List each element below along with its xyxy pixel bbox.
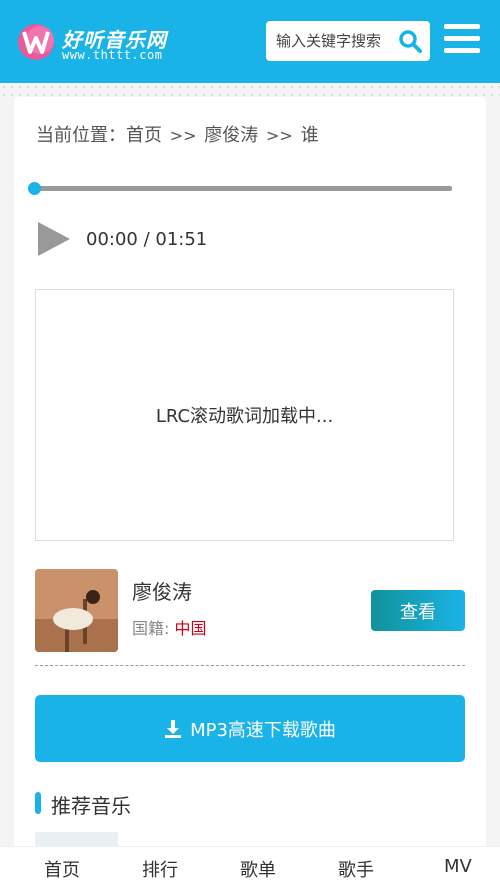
view-artist-button[interactable]: 查看 bbox=[371, 590, 465, 631]
nationality-label: 国籍: bbox=[132, 619, 170, 638]
time-display: 00:00 / 01:51 bbox=[86, 229, 208, 250]
search-input[interactable] bbox=[276, 21, 394, 61]
search-box bbox=[266, 21, 430, 61]
breadcrumb: 当前位置：首页 >> 廖俊涛 >> 谁 bbox=[36, 121, 319, 147]
logo-url: www.thttt.com bbox=[62, 48, 163, 62]
nav-mv[interactable]: MV bbox=[444, 856, 472, 877]
artist-nationality: 国籍: 中国 bbox=[132, 615, 207, 639]
recommend-title: 推荐音乐 bbox=[51, 794, 131, 818]
search-icon[interactable] bbox=[398, 29, 422, 53]
section-marker bbox=[35, 792, 41, 814]
lyrics-loading-text: LRC滚动歌词加载中... bbox=[155, 406, 334, 427]
artist-photo-illustration bbox=[35, 569, 118, 652]
breadcrumb-separator: >> bbox=[266, 126, 293, 145]
decorative-dots bbox=[0, 83, 500, 97]
nav-home[interactable]: 首页 bbox=[44, 856, 80, 882]
progress-bar[interactable] bbox=[34, 186, 452, 191]
breadcrumb-label: 当前位置： bbox=[36, 125, 126, 146]
download-button[interactable]: MP3高速下载歌曲 bbox=[35, 695, 465, 762]
bottom-nav: 首页 排行 歌单 歌手 MV bbox=[0, 846, 500, 888]
breadcrumb-separator: >> bbox=[169, 126, 197, 145]
nav-ranking[interactable]: 排行 bbox=[142, 856, 178, 882]
breadcrumb-artist[interactable]: 廖俊涛 bbox=[204, 125, 258, 146]
download-label: MP3高速下载歌曲 bbox=[190, 719, 336, 741]
nav-singers[interactable]: 歌手 bbox=[338, 856, 374, 882]
breadcrumb-home[interactable]: 首页 bbox=[126, 125, 162, 146]
download-icon bbox=[165, 719, 182, 738]
play-icon[interactable] bbox=[38, 222, 70, 256]
progress-knob[interactable] bbox=[28, 182, 41, 195]
nationality-value: 中国 bbox=[174, 619, 207, 638]
artist-photo[interactable] bbox=[35, 569, 118, 652]
site-header: 好听音乐网 www.thttt.com bbox=[0, 0, 500, 83]
artist-name[interactable]: 廖俊涛 bbox=[132, 576, 192, 605]
lyrics-panel: LRC滚动歌词加载中... bbox=[35, 289, 454, 541]
hamburger-menu-icon[interactable] bbox=[444, 24, 482, 58]
divider bbox=[35, 665, 465, 666]
nav-playlists[interactable]: 歌单 bbox=[240, 856, 276, 882]
breadcrumb-song: 谁 bbox=[300, 125, 319, 146]
logo-icon[interactable] bbox=[14, 18, 58, 62]
